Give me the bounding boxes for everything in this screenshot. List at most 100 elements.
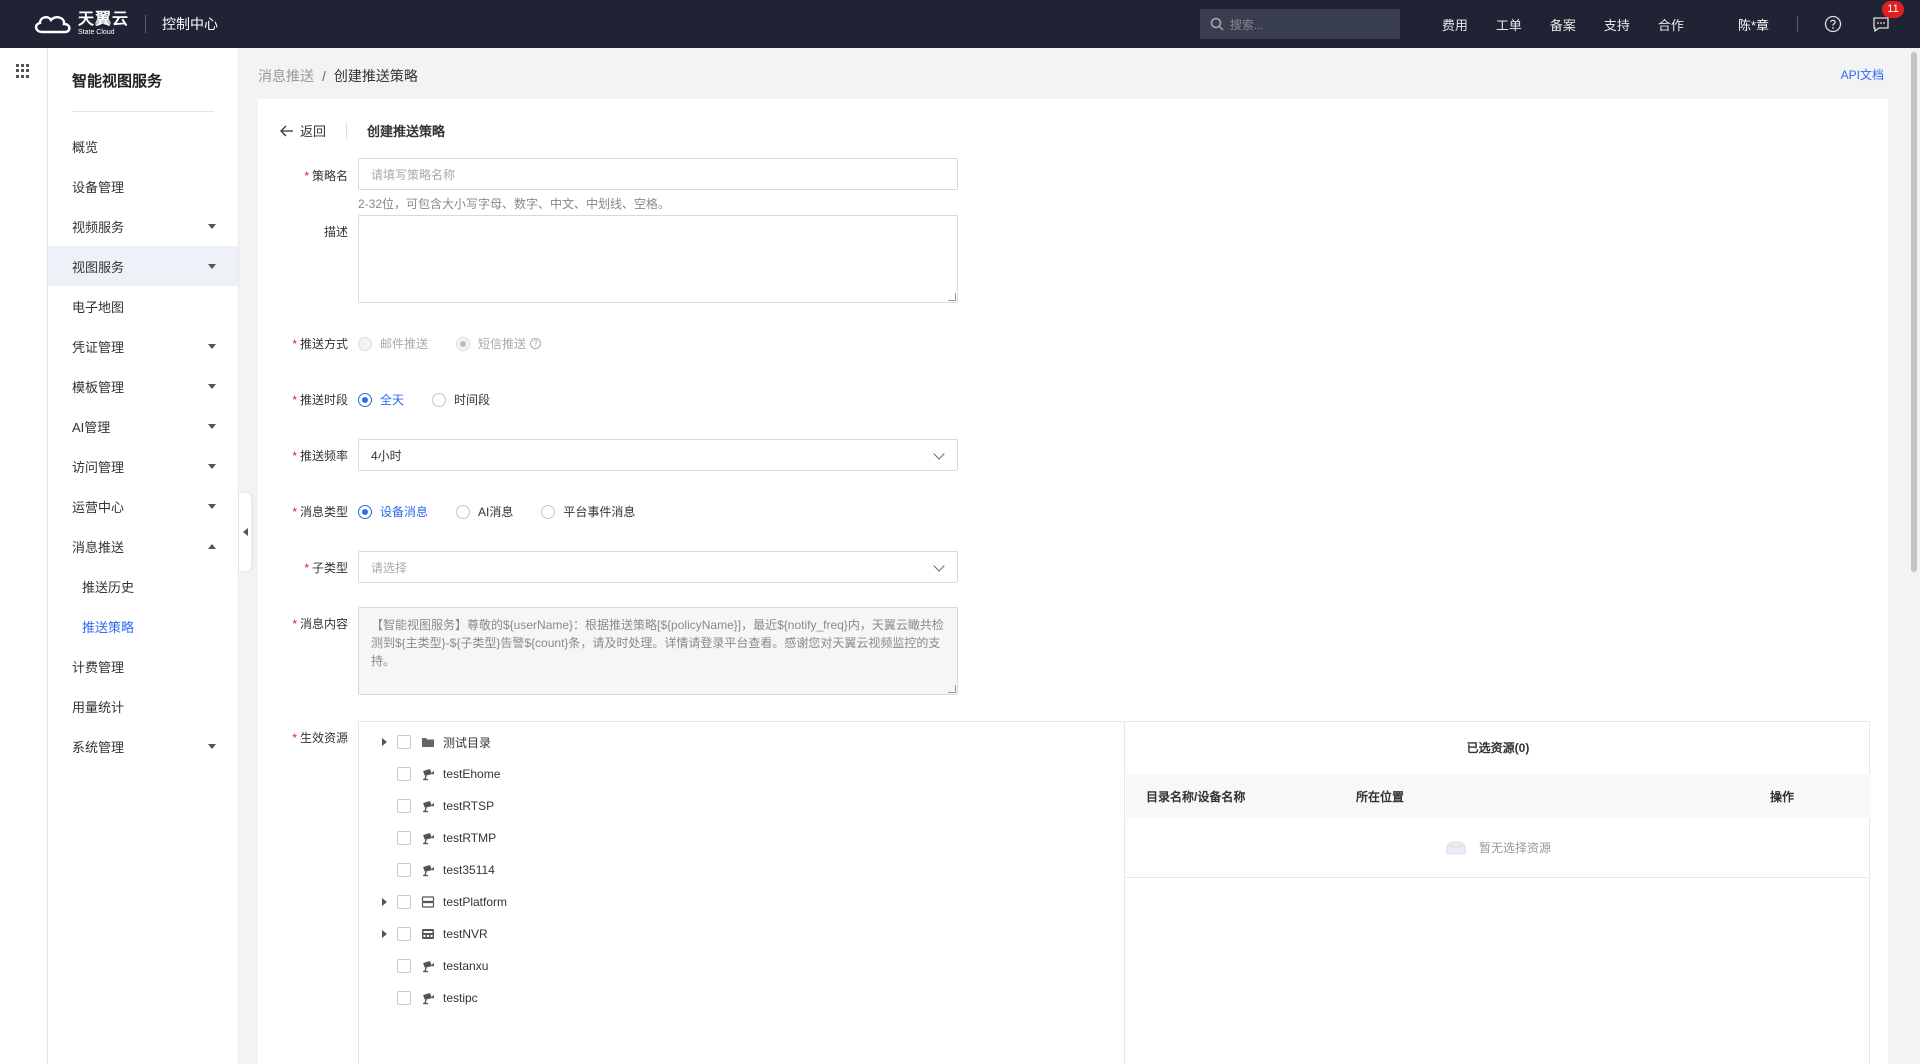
tree-checkbox[interactable] xyxy=(397,735,411,749)
sidebar-item-access-management[interactable]: 访问管理 xyxy=(48,446,238,486)
breadcrumb-parent[interactable]: 消息推送 xyxy=(258,68,314,84)
sidebar-item-push-policy[interactable]: 推送策略 xyxy=(48,606,238,646)
caret-right-icon[interactable] xyxy=(379,897,389,907)
radio-time-range[interactable]: 时间段 xyxy=(432,391,490,408)
radio-email-push[interactable]: 邮件推送 xyxy=(358,335,428,352)
api-doc-link[interactable]: API文档 xyxy=(1841,66,1884,83)
caret-right-icon[interactable] xyxy=(379,929,389,939)
push-period-label: * 推送时段 xyxy=(258,391,348,408)
search-input[interactable]: 搜索... xyxy=(1199,9,1400,39)
tree-node[interactable]: testNVR xyxy=(379,924,488,944)
sidebar-item-billing-management[interactable]: 计费管理 xyxy=(48,646,238,686)
tree-checkbox[interactable] xyxy=(397,767,411,781)
sidebar-item-overview[interactable]: 概览 xyxy=(48,126,238,166)
tree-checkbox[interactable] xyxy=(397,831,411,845)
form-card: 返回 创建推送策略 * 策略名 请填写策略名称 2-32位，可包含大小写字母、数字… xyxy=(258,99,1888,1064)
tree-node[interactable]: testanxu xyxy=(379,956,488,976)
sidebar-collapse-button[interactable] xyxy=(239,493,251,571)
resize-handle[interactable] xyxy=(948,293,956,301)
required-mark: * xyxy=(292,617,297,631)
message-content-label-text: 消息内容 xyxy=(299,617,348,631)
logo[interactable]: 天翼云 State Cloud xyxy=(32,12,129,36)
policy-name-input[interactable]: 请填写策略名称 xyxy=(358,158,958,190)
sidebar-item-view-service[interactable]: 视图服务 xyxy=(48,246,238,286)
resource-label-text: 生效资源 xyxy=(299,731,348,745)
apps-grid-icon[interactable] xyxy=(16,64,30,78)
resize-handle[interactable] xyxy=(948,685,956,693)
nvr-icon xyxy=(422,929,434,939)
tree-node[interactable]: testRTMP xyxy=(379,828,496,848)
sidebar-item-label: 概览 xyxy=(72,139,99,155)
sidebar-item-operation-center[interactable]: 运营中心 xyxy=(48,486,238,526)
tree-node[interactable]: testPlatform xyxy=(379,892,507,912)
sidebar-item-label: 视频服务 xyxy=(72,219,125,235)
radio-device-message[interactable]: 设备消息 xyxy=(358,503,428,520)
tree-node[interactable]: test35114 xyxy=(379,860,495,880)
page-scrollbar[interactable] xyxy=(1908,48,1920,1064)
question-icon[interactable]: ? xyxy=(530,338,542,349)
nav-link-partner[interactable]: 合作 xyxy=(1658,15,1684,34)
radio-platform-event-message[interactable]: 平台事件消息 xyxy=(541,503,635,520)
sidebar-item-label: 推送策略 xyxy=(82,619,135,635)
tree-node-label: test35114 xyxy=(443,863,495,877)
product-rail xyxy=(0,48,48,1064)
tree-checkbox[interactable] xyxy=(397,927,411,941)
tree-checkbox[interactable] xyxy=(397,991,411,1005)
tree-checkbox[interactable] xyxy=(397,895,411,909)
subtype-select[interactable]: 请选择 xyxy=(358,551,958,583)
nav-link-fees[interactable]: 费用 xyxy=(1442,15,1468,34)
sidebar-item-template-management[interactable]: 模板管理 xyxy=(48,366,238,406)
message-icon[interactable]: 11 xyxy=(1872,1,1904,33)
nav-link-support[interactable]: 支持 xyxy=(1604,15,1630,34)
radio-all-day[interactable]: 全天 xyxy=(358,391,404,408)
radio-label: 平台事件消息 xyxy=(563,505,636,519)
sidebar-item-video-service[interactable]: 视频服务 xyxy=(48,206,238,246)
camera-icon xyxy=(423,993,434,1005)
radio-circle xyxy=(358,504,372,519)
required-mark: * xyxy=(292,505,297,519)
chevron-down-icon xyxy=(208,464,216,469)
radio-circle xyxy=(358,392,372,407)
sidebar-item-label: 电子地图 xyxy=(72,299,125,315)
push-frequency-select[interactable]: 4小时 xyxy=(358,439,958,471)
column-header-location: 所在位置 xyxy=(1356,790,1405,804)
sidebar-item-label: 计费管理 xyxy=(72,659,125,675)
sidebar-item-ai-management[interactable]: AI管理 xyxy=(48,406,238,446)
user-name[interactable]: 陈*章 xyxy=(1738,15,1769,34)
tree-node[interactable]: 测试目录 xyxy=(379,732,491,752)
tree-node[interactable]: testEhome xyxy=(379,764,500,784)
caret-right-icon[interactable] xyxy=(379,737,389,747)
sidebar-item-system-management[interactable]: 系统管理 xyxy=(48,726,238,766)
sidebar-item-device-management[interactable]: 设备管理 xyxy=(48,166,238,206)
console-title[interactable]: 控制中心 xyxy=(162,14,218,34)
help-icon[interactable] xyxy=(1824,15,1842,33)
push-frequency-label-text: 推送频率 xyxy=(299,449,348,463)
tree-checkbox[interactable] xyxy=(397,863,411,877)
push-period-label-text: 推送时段 xyxy=(299,393,348,407)
radio-sms-push[interactable]: 短信推送? xyxy=(456,335,542,352)
sidebar-item-label: 运营中心 xyxy=(72,499,125,515)
back-button[interactable]: 返回 xyxy=(280,121,326,140)
tree-node-label: testanxu xyxy=(443,959,489,973)
page-title: 创建推送策略 xyxy=(367,124,446,139)
cloud-logo-icon xyxy=(34,15,71,34)
tree-node[interactable]: testRTSP xyxy=(379,796,494,816)
tree-checkbox[interactable] xyxy=(397,959,411,973)
push-method-group: 邮件推送 短信推送? xyxy=(358,335,569,352)
sidebar-item-credential-management[interactable]: 凭证管理 xyxy=(48,326,238,366)
scrollbar-thumb[interactable] xyxy=(1911,52,1917,572)
nav-link-filing[interactable]: 备案 xyxy=(1550,15,1576,34)
sidebar-item-e-map[interactable]: 电子地图 xyxy=(48,286,238,326)
tree-checkbox[interactable] xyxy=(397,799,411,813)
chevron-down-icon xyxy=(208,264,216,269)
nav-link-tickets[interactable]: 工单 xyxy=(1496,15,1522,34)
radio-ai-message[interactable]: AI消息 xyxy=(456,503,513,520)
sidebar-item-push-history[interactable]: 推送历史 xyxy=(48,566,238,606)
sidebar-item-usage-statistics[interactable]: 用量统计 xyxy=(48,686,238,726)
tree-node[interactable]: testipc xyxy=(379,988,478,1008)
push-frequency-value: 4小时 xyxy=(371,448,402,463)
name-label: * 策略名 xyxy=(258,167,348,184)
description-textarea[interactable] xyxy=(358,215,958,303)
sidebar-item-message-push[interactable]: 消息推送 xyxy=(48,526,238,566)
